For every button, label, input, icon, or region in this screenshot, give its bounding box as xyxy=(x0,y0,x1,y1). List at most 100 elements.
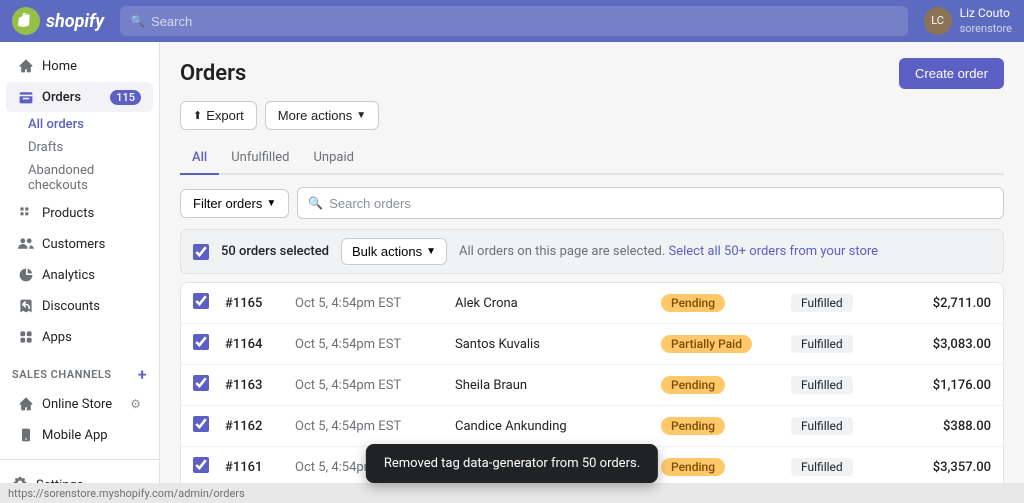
sales-channels-section: SALES CHANNELS + xyxy=(0,353,159,388)
sidebar-item-analytics-label: Analytics xyxy=(42,268,95,283)
table-row[interactable]: #1162 Oct 5, 4:54pm EST Candice Ankundin… xyxy=(181,406,1003,447)
sidebar-item-customers-label: Customers xyxy=(42,237,105,252)
search-orders-bar[interactable]: 🔍 xyxy=(297,187,1004,219)
table-row[interactable]: #1164 Oct 5, 4:54pm EST Santos Kuvalis P… xyxy=(181,324,1003,365)
tab-unpaid[interactable]: Unpaid xyxy=(301,142,365,175)
order-id: #1164 xyxy=(225,337,295,352)
search-icon: 🔍 xyxy=(130,14,145,28)
sidebar-item-mobile-app[interactable]: Mobile App xyxy=(6,420,153,450)
toast-message: Removed tag data-generator from 50 order… xyxy=(384,456,640,471)
order-payment: Pending xyxy=(661,417,791,435)
order-id: #1162 xyxy=(225,419,295,434)
order-payment: Pending xyxy=(661,294,791,312)
row-checkbox-col xyxy=(193,416,225,436)
order-fulfillment: Fulfilled xyxy=(791,417,901,435)
create-order-button[interactable]: Create order xyxy=(899,58,1004,89)
sidebar-item-settings[interactable]: Settings xyxy=(0,468,159,483)
url-text: https://sorenstore.myshopify.com/admin/o… xyxy=(8,487,245,500)
sidebar-item-apps[interactable]: Apps xyxy=(6,322,153,352)
sidebar-footer: Settings xyxy=(0,459,159,483)
order-total: $3,357.00 xyxy=(901,460,991,475)
order-customer: Candice Ankunding xyxy=(455,419,661,434)
row-checkbox-col xyxy=(193,457,225,477)
fulfillment-badge: Fulfilled xyxy=(791,335,853,353)
global-search-bar[interactable]: 🔍 xyxy=(120,6,908,36)
global-search-input[interactable] xyxy=(151,14,898,29)
payment-badge: Pending xyxy=(661,417,725,435)
export-icon: ⬆ xyxy=(193,109,202,122)
orders-submenu: All orders Drafts Abandoned checkouts xyxy=(0,113,159,197)
row-checkbox[interactable] xyxy=(193,416,209,432)
search-orders-input[interactable] xyxy=(329,196,993,211)
fulfillment-badge: Fulfilled xyxy=(791,294,853,312)
order-id: #1165 xyxy=(225,296,295,311)
filter-orders-button[interactable]: Filter orders ▼ xyxy=(180,189,289,218)
sidebar-item-analytics[interactable]: Analytics xyxy=(6,260,153,290)
discounts-icon xyxy=(18,298,34,314)
fulfillment-badge: Fulfilled xyxy=(791,458,853,476)
sidebar-item-products-label: Products xyxy=(42,206,94,221)
top-navigation: shopify 🔍 LC Liz Couto sorenstore xyxy=(0,0,1024,42)
sidebar-item-home[interactable]: Home xyxy=(6,51,153,81)
avatar: LC xyxy=(924,7,952,35)
order-fulfillment: Fulfilled xyxy=(791,458,901,476)
main-content: Orders Create order ⬆ Export More action… xyxy=(160,42,1024,483)
shopify-logo[interactable]: shopify xyxy=(12,7,104,35)
row-checkbox[interactable] xyxy=(193,375,209,391)
bulk-message: All orders on this page are selected. Se… xyxy=(459,244,878,259)
table-row[interactable]: #1163 Oct 5, 4:54pm EST Sheila Braun Pen… xyxy=(181,365,1003,406)
sidebar-item-online-store[interactable]: Online Store ⚙ xyxy=(6,389,153,419)
more-actions-button[interactable]: More actions ▼ xyxy=(265,101,379,130)
apps-icon xyxy=(18,329,34,345)
row-checkbox[interactable] xyxy=(193,334,209,350)
mobile-app-icon xyxy=(18,427,34,443)
order-customer: Sheila Braun xyxy=(455,378,661,393)
analytics-icon xyxy=(18,267,34,283)
sidebar-item-orders[interactable]: Orders 115 xyxy=(6,82,153,112)
table-row[interactable]: #1165 Oct 5, 4:54pm EST Alek Crona Pendi… xyxy=(181,283,1003,324)
settings-icon xyxy=(12,475,28,483)
row-checkbox[interactable] xyxy=(193,457,209,473)
sidebar-sub-all-orders[interactable]: All orders xyxy=(28,113,159,136)
select-all-checkbox[interactable] xyxy=(193,244,209,260)
order-total: $2,711.00 xyxy=(901,296,991,311)
chevron-down-icon: ▼ xyxy=(356,110,366,121)
sidebar-sub-abandoned[interactable]: Abandoned checkouts xyxy=(28,159,159,197)
tab-unfulfilled[interactable]: Unfulfilled xyxy=(219,142,301,175)
order-fulfillment: Fulfilled xyxy=(791,376,901,394)
user-store: sorenstore xyxy=(960,22,1012,36)
add-channel-icon[interactable]: + xyxy=(138,365,147,384)
sidebar-item-products[interactable]: Products xyxy=(6,198,153,228)
sidebar-item-home-label: Home xyxy=(42,59,77,74)
products-icon xyxy=(18,205,34,221)
sidebar-item-apps-label: Apps xyxy=(42,330,72,345)
customers-icon xyxy=(18,236,34,252)
bulk-actions-button[interactable]: Bulk actions ▼ xyxy=(341,238,447,265)
sidebar-item-discounts[interactable]: Discounts xyxy=(6,291,153,321)
row-checkbox[interactable] xyxy=(193,293,209,309)
select-all-link[interactable]: Select all 50+ orders from your store xyxy=(668,244,878,259)
orders-badge: 115 xyxy=(110,90,141,105)
order-total: $1,176.00 xyxy=(901,378,991,393)
export-button[interactable]: ⬆ Export xyxy=(180,101,257,130)
search-orders-icon: 🔍 xyxy=(308,196,323,210)
orders-icon xyxy=(18,89,34,105)
row-checkbox-col xyxy=(193,293,225,313)
sidebar-item-customers[interactable]: Customers xyxy=(6,229,153,259)
user-info: Liz Couto sorenstore xyxy=(960,6,1012,36)
order-id: #1163 xyxy=(225,378,295,393)
mobile-app-label: Mobile App xyxy=(42,428,108,443)
online-store-settings-icon[interactable]: ⚙ xyxy=(130,397,141,411)
order-customer: Santos Kuvalis xyxy=(455,337,661,352)
page-header: Orders Create order xyxy=(180,58,1004,89)
user-area[interactable]: LC Liz Couto sorenstore xyxy=(924,6,1012,36)
shopify-logo-icon xyxy=(12,7,40,35)
fulfillment-badge: Fulfilled xyxy=(791,376,853,394)
payment-badge: Pending xyxy=(661,294,725,312)
sidebar-sub-drafts[interactable]: Drafts xyxy=(28,136,159,159)
online-store-label: Online Store xyxy=(42,397,112,412)
order-date: Oct 5, 4:54pm EST xyxy=(295,337,455,352)
order-customer: Alek Crona xyxy=(455,296,661,311)
tab-all[interactable]: All xyxy=(180,142,219,175)
shopify-logo-text: shopify xyxy=(46,11,104,32)
